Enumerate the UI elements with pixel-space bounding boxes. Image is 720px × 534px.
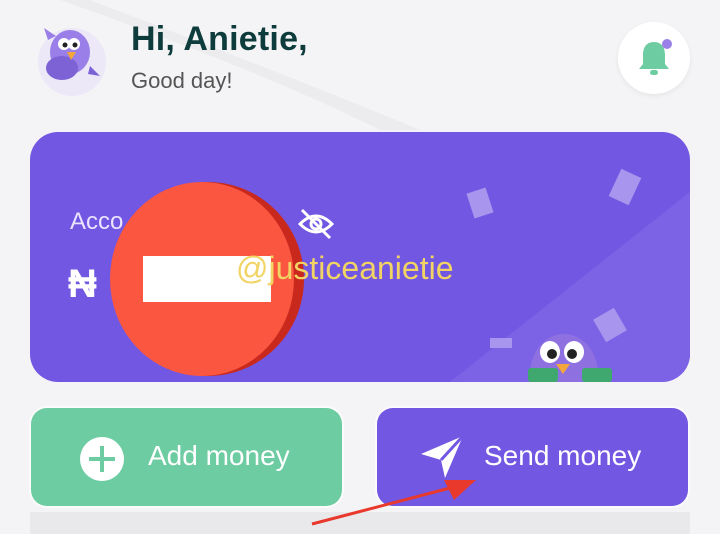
notifications-button[interactable]	[618, 22, 690, 94]
add-money-button[interactable]: Add money	[31, 408, 342, 506]
red-arrow-icon	[311, 480, 476, 526]
bird-mascot-icon	[528, 334, 612, 382]
greeting-title: Hi, Anietie,	[131, 20, 308, 58]
bird-avatar-icon	[38, 28, 106, 96]
currency-symbol: ₦	[68, 262, 97, 306]
account-balance-label: Acco	[70, 208, 124, 235]
watermark-text: @justiceanietie	[236, 250, 454, 286]
greeting-subtitle: Good day!	[131, 68, 233, 93]
avatar[interactable]	[34, 16, 108, 96]
eye-off-icon[interactable]	[296, 206, 336, 242]
plus-icon	[80, 437, 124, 481]
add-money-label: Add money	[148, 440, 290, 471]
bell-icon	[639, 39, 672, 75]
send-money-label: Send money	[484, 440, 642, 471]
